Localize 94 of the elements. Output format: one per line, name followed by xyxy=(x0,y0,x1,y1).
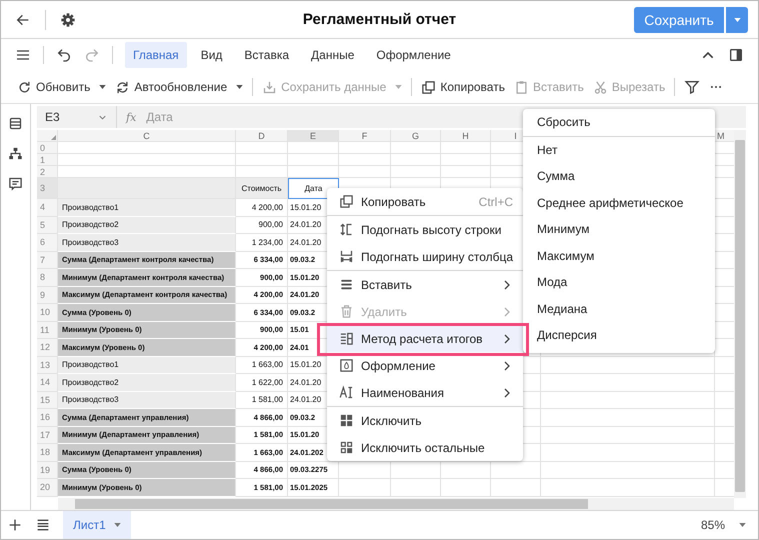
droplet-icon xyxy=(339,358,354,373)
menu-item[interactable]: Минимум xyxy=(523,216,715,242)
table-cell: Производство3 xyxy=(58,392,236,409)
panel-icon[interactable] xyxy=(728,47,744,63)
sheet-tab[interactable]: Лист1 xyxy=(63,510,131,539)
menu-icon[interactable] xyxy=(35,517,51,533)
table-cell: 900,00 xyxy=(236,216,288,234)
row-number[interactable]: 6 xyxy=(37,234,58,252)
save-button[interactable]: Сохранить xyxy=(634,6,724,32)
column-header[interactable]: D xyxy=(236,130,288,142)
table-cell: 4 200,00 xyxy=(236,199,288,216)
caret-icon xyxy=(114,523,121,527)
row-number[interactable]: 18 xyxy=(37,444,58,462)
row-number[interactable]: 20 xyxy=(37,479,58,496)
row-number[interactable]: 4 xyxy=(37,199,58,216)
row-number[interactable]: 14 xyxy=(37,374,58,392)
toolbar-button[interactable]: Автообновление xyxy=(134,80,228,94)
hierarchy-icon[interactable] xyxy=(8,146,23,161)
table-cell: Производство1 xyxy=(58,199,236,216)
row-number[interactable]: 5 xyxy=(37,216,58,234)
menu-item[interactable]: Сбросить xyxy=(523,109,715,136)
menu-item[interactable]: Медиана xyxy=(523,296,715,322)
menu-item[interactable]: Дисперсия xyxy=(523,322,715,348)
menu-item[interactable]: Копировать Ctrl+C xyxy=(327,188,523,216)
row-number[interactable]: 1 xyxy=(37,154,58,166)
ribbon-tab[interactable]: Вид xyxy=(192,42,230,68)
menu-item[interactable]: Наименования xyxy=(327,379,523,407)
row-height-icon xyxy=(339,222,354,237)
menu-item[interactable]: Максимум xyxy=(523,242,715,269)
ribbon-tab[interactable]: Данные xyxy=(303,42,362,68)
settings-icon[interactable] xyxy=(60,12,76,28)
row-number[interactable]: 0 xyxy=(37,142,58,154)
grid-icon xyxy=(339,413,354,428)
save-dropdown-button[interactable] xyxy=(726,6,748,32)
plus-icon[interactable] xyxy=(7,517,23,533)
column-width-icon xyxy=(339,249,354,264)
filter-icon[interactable] xyxy=(684,79,700,95)
column-header[interactable]: G xyxy=(391,130,441,142)
zoom-dropdown[interactable]: 85% xyxy=(700,518,746,532)
function-label: fx xyxy=(124,110,138,124)
window-title: Регламентный отчет xyxy=(302,11,456,28)
caret-icon xyxy=(734,18,740,22)
list-icon[interactable] xyxy=(8,116,23,131)
menu-item[interactable]: Среднее арифметическое xyxy=(523,190,715,216)
row-number[interactable]: 10 xyxy=(37,304,58,322)
table-cell: 1 622,00 xyxy=(236,374,288,392)
row-number[interactable]: 13 xyxy=(37,356,58,374)
select-all-icon[interactable] xyxy=(51,135,56,140)
toolbar-button[interactable]: Обновить xyxy=(36,80,90,94)
menu-item[interactable]: Мода xyxy=(523,269,715,296)
row-number[interactable]: 8 xyxy=(37,269,58,286)
cell-reference: E3 xyxy=(45,110,60,124)
menu-item[interactable]: Сумма xyxy=(523,163,715,190)
table-cell: Производство1 xyxy=(58,356,236,374)
table-cell: Производство2 xyxy=(58,374,236,392)
table-cell: Стоимость xyxy=(236,178,288,199)
table-cell: 1 663,00 xyxy=(236,356,288,374)
toolbar-button[interactable]: Копировать xyxy=(440,80,505,94)
row-number[interactable]: 17 xyxy=(37,426,58,444)
vertical-scrollbar[interactable] xyxy=(734,130,746,498)
column-header[interactable]: M xyxy=(715,130,734,142)
row-number[interactable]: 11 xyxy=(37,322,58,339)
table-cell: 1 234,00 xyxy=(236,234,288,252)
cell-reference-field[interactable]: E3 xyxy=(37,106,117,128)
ribbon-tab[interactable]: Вставка xyxy=(236,42,298,68)
menu-item[interactable]: Метод расчета итогов xyxy=(327,325,523,352)
undo-icon[interactable] xyxy=(56,47,72,63)
row-number[interactable]: 12 xyxy=(37,339,58,356)
comment-icon[interactable] xyxy=(8,176,23,191)
column-header[interactable]: H xyxy=(441,130,491,142)
trash-icon xyxy=(339,304,354,319)
row-number[interactable]: 19 xyxy=(37,462,58,479)
caret-icon xyxy=(739,523,746,527)
row-number[interactable]: 16 xyxy=(37,409,58,426)
table-cell: Производство3 xyxy=(58,234,236,252)
row-number[interactable]: 15 xyxy=(37,392,58,409)
column-header[interactable]: E xyxy=(288,130,339,142)
ribbon-tab[interactable]: Главная xyxy=(125,42,187,68)
table-icon xyxy=(339,331,354,346)
lines-icon xyxy=(339,277,354,292)
row-number[interactable]: 2 xyxy=(37,166,58,178)
shortcut-label: Ctrl+C xyxy=(478,194,513,208)
grid-icon xyxy=(339,440,354,455)
row-number[interactable]: 7 xyxy=(37,252,58,269)
column-header[interactable]: F xyxy=(339,130,391,142)
ribbon-tab[interactable]: Оформление xyxy=(368,42,459,68)
copy-icon xyxy=(339,194,354,209)
text-icon xyxy=(339,385,354,400)
table-cell: Производство2 xyxy=(58,216,236,234)
row-number[interactable]: 9 xyxy=(37,286,58,304)
table-cell: 1 581,00 xyxy=(236,392,288,409)
row-number[interactable]: 3 xyxy=(37,178,58,199)
column-header[interactable]: C xyxy=(58,130,236,142)
horizontal-scrollbar[interactable] xyxy=(58,498,734,510)
